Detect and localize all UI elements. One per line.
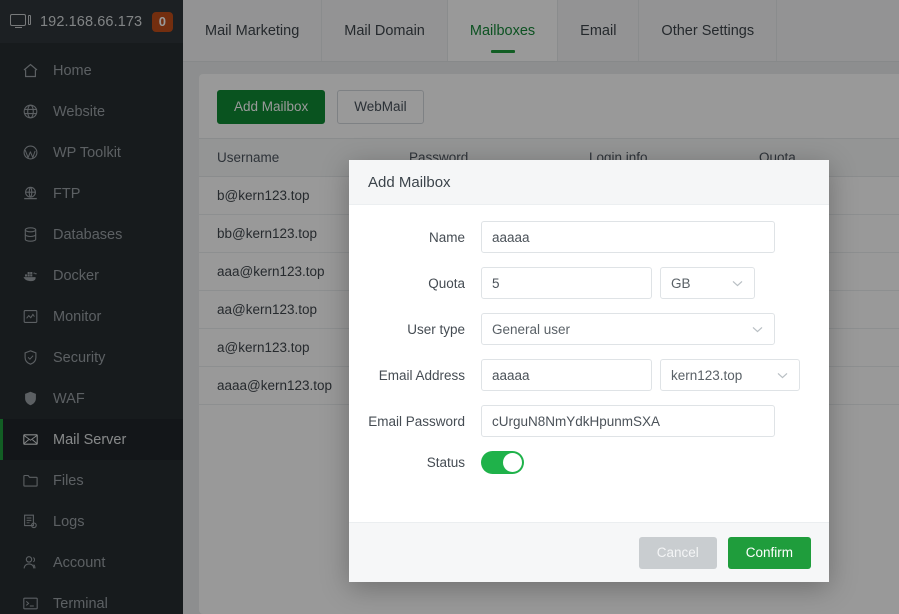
email-password-label: Email Password: [349, 414, 481, 429]
user-type-select[interactable]: General user: [481, 313, 775, 345]
email-password-input[interactable]: cUrguN8NmYdkHpunmSXA: [481, 405, 775, 437]
confirm-button[interactable]: Confirm: [728, 537, 811, 569]
field-row-status: Status: [349, 451, 775, 474]
chevron-down-icon: [732, 280, 743, 287]
field-row-name: Name aaaaa: [349, 221, 775, 253]
quota-unit-value: GB: [671, 276, 691, 291]
field-row-user-type: User type General user: [349, 313, 775, 345]
user-type-label: User type: [349, 322, 481, 337]
email-domain-select[interactable]: kern123.top: [660, 359, 800, 391]
name-label: Name: [349, 230, 481, 245]
email-domain-value: kern123.top: [671, 368, 742, 383]
quota-input[interactable]: 5: [481, 267, 652, 299]
quota-unit-select[interactable]: GB: [660, 267, 755, 299]
status-toggle[interactable]: [481, 451, 524, 474]
dialog-footer: Cancel Confirm: [349, 522, 829, 582]
email-address-label: Email Address: [349, 368, 481, 383]
dialog-title: Add Mailbox: [349, 160, 829, 205]
user-type-value: General user: [492, 322, 570, 337]
status-label: Status: [349, 455, 481, 470]
field-row-quota: Quota 5 GB: [349, 267, 775, 299]
email-address-input[interactable]: aaaaa: [481, 359, 652, 391]
name-input[interactable]: aaaaa: [481, 221, 775, 253]
cancel-button[interactable]: Cancel: [639, 537, 717, 569]
app-root: 192.168.66.173 0 Home Website WP Toolkit…: [0, 0, 899, 614]
dialog-body: Name aaaaa Quota 5 GB User type: [349, 205, 829, 522]
field-row-email-address: Email Address aaaaa kern123.top: [349, 359, 775, 391]
chevron-down-icon: [777, 372, 788, 379]
chevron-down-icon: [752, 326, 763, 333]
toggle-knob: [503, 453, 522, 472]
quota-label: Quota: [349, 276, 481, 291]
add-mailbox-dialog: Add Mailbox Name aaaaa Quota 5 GB: [349, 160, 829, 582]
field-row-email-password: Email Password cUrguN8NmYdkHpunmSXA: [349, 405, 775, 437]
